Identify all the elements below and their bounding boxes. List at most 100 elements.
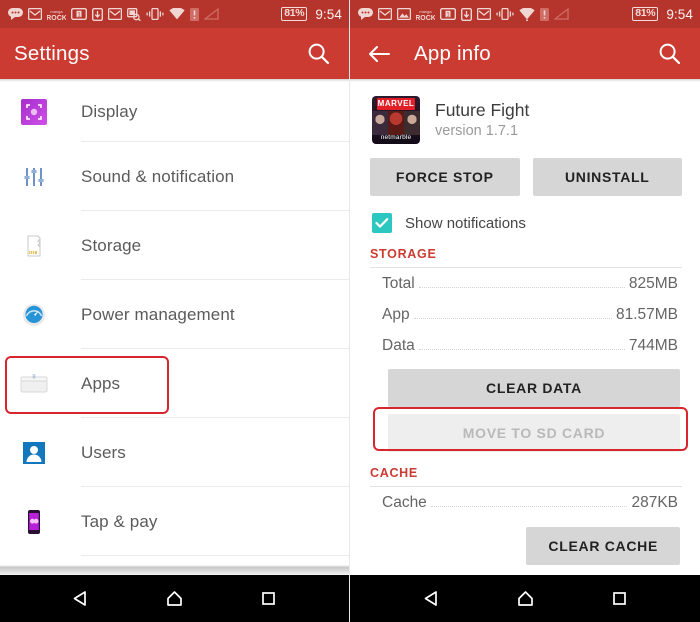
battery-indicator: 81% bbox=[632, 7, 659, 21]
checkmark-icon bbox=[375, 218, 389, 228]
home-button[interactable] bbox=[505, 579, 545, 619]
arrow-back-icon[interactable] bbox=[362, 37, 396, 71]
right-phone-screen: manga ROCK 1 81% 9:54 App info MARVEL ne… bbox=[350, 0, 700, 622]
uninstall-button[interactable]: UNINSTALL bbox=[532, 158, 682, 196]
storage-row-total: Total 825MB bbox=[366, 268, 684, 299]
leader-dots bbox=[430, 506, 628, 507]
warning-icon bbox=[190, 6, 199, 22]
signal-icon bbox=[554, 6, 569, 22]
storage-section-header: STORAGE bbox=[370, 247, 437, 261]
clear-cache-block: CLEAR CACHE bbox=[366, 518, 684, 565]
storage-key: Data bbox=[382, 337, 415, 354]
mangarock-icon: manga ROCK bbox=[416, 6, 435, 22]
sidebar-item-display[interactable]: Display bbox=[0, 82, 349, 142]
sim-card-icon: 1 bbox=[440, 6, 456, 22]
leader-dots bbox=[413, 318, 612, 319]
storage-row-app: App 81.57MB bbox=[366, 299, 684, 330]
right-status-bar: manga ROCK 1 81% 9:54 bbox=[350, 0, 700, 28]
svg-text:ROCK: ROCK bbox=[416, 15, 435, 21]
gmail-icon bbox=[28, 6, 42, 22]
gmail-icon bbox=[108, 6, 122, 22]
app-info-app-bar: App info bbox=[350, 28, 700, 79]
app-info-content: MARVEL netmarble Future Fight version 1.… bbox=[350, 82, 700, 575]
left-status-bar: manga ROCK 1 81% 9:54 bbox=[0, 0, 349, 28]
cache-section-header: CACHE bbox=[370, 466, 418, 480]
force-stop-button[interactable]: FORCE STOP bbox=[370, 158, 520, 196]
storage-value: 744MB bbox=[628, 337, 678, 354]
right-nav-bar bbox=[350, 575, 700, 622]
storage-row-data: Data 744MB bbox=[366, 330, 684, 361]
left-nav-bar bbox=[0, 575, 349, 622]
gallery-icon bbox=[397, 6, 411, 22]
file-transfer-icon bbox=[461, 6, 472, 22]
app-header: MARVEL netmarble Future Fight version 1.… bbox=[366, 82, 684, 152]
sidebar-item-label: Users bbox=[81, 442, 126, 462]
settings-app-bar: Settings bbox=[0, 28, 349, 79]
users-icon bbox=[18, 437, 50, 469]
battery-percent: 81% bbox=[632, 7, 659, 21]
back-button[interactable] bbox=[61, 579, 101, 619]
sidebar-item-label: Sound & notification bbox=[81, 166, 235, 186]
cache-row: Cache 287KB bbox=[366, 487, 684, 518]
sidebar-item-label: Tap & pay bbox=[81, 511, 158, 531]
sidebar-item-storage[interactable]: Storage bbox=[0, 211, 349, 280]
gmail-icon bbox=[378, 6, 392, 22]
sidebar-item-tap-and-pay[interactable]: Tap & pay bbox=[0, 487, 349, 556]
sidebar-item-users[interactable]: Users bbox=[0, 418, 349, 487]
vibrate-icon bbox=[496, 6, 514, 22]
gmail-icon bbox=[477, 6, 491, 22]
svg-text:ROCK: ROCK bbox=[47, 15, 66, 21]
future-fight-app-icon: MARVEL netmarble bbox=[372, 96, 420, 144]
search-icon[interactable] bbox=[652, 37, 686, 71]
left-phone-screen: manga ROCK 1 81% 9:54 Settings Display S… bbox=[0, 0, 350, 622]
battery-percent: 81% bbox=[281, 7, 308, 21]
show-notifications-label: Show notifications bbox=[405, 214, 526, 232]
home-button[interactable] bbox=[154, 579, 194, 619]
settings-list[interactable]: Display Sound & notification Storage Pow… bbox=[0, 82, 349, 565]
storage-value: 825MB bbox=[628, 275, 678, 292]
apps-icon: 8 bbox=[18, 368, 50, 400]
app-icon-brand: MARVEL bbox=[377, 98, 415, 110]
sidebar-bottom-gradient bbox=[0, 565, 349, 575]
search-icon[interactable] bbox=[301, 37, 335, 71]
sim-card-icon: 1 bbox=[71, 6, 87, 22]
storage-sdcard-icon bbox=[18, 230, 50, 262]
app-action-buttons: FORCE STOP UNINSTALL bbox=[366, 152, 684, 196]
sidebar-item-sound-notification[interactable]: Sound & notification bbox=[0, 142, 349, 211]
dual-screenshot-container: manga ROCK 1 81% 9:54 Settings Display S… bbox=[0, 0, 700, 622]
row-divider bbox=[81, 555, 349, 556]
show-notifications-row[interactable]: Show notifications bbox=[366, 196, 684, 239]
page-title: App info bbox=[414, 41, 491, 65]
status-clock: 9:54 bbox=[315, 6, 342, 22]
recents-button[interactable] bbox=[599, 579, 639, 619]
warning-icon bbox=[540, 6, 549, 22]
wifi-icon bbox=[519, 6, 535, 22]
back-button[interactable] bbox=[411, 579, 451, 619]
sidebar-item-power-management[interactable]: Power management bbox=[0, 280, 349, 349]
app-version: version 1.7.1 bbox=[435, 123, 519, 139]
sidebar-item-label: Display bbox=[81, 102, 138, 121]
mangarock-icon: manga ROCK bbox=[47, 6, 66, 22]
move-to-sd-card-button: MOVE TO SD CARD bbox=[388, 414, 680, 452]
recents-button[interactable] bbox=[248, 579, 288, 619]
sms-icon bbox=[8, 6, 23, 22]
show-notifications-checkbox[interactable] bbox=[372, 213, 392, 233]
app-title-block: Future Fight version 1.7.1 bbox=[435, 99, 529, 141]
cache-value: 287KB bbox=[631, 494, 678, 511]
sidebar-item-label: Storage bbox=[81, 235, 142, 255]
status-clock: 9:54 bbox=[666, 6, 693, 22]
leader-dots bbox=[418, 349, 625, 350]
move-to-sd-block: MOVE TO SD CARD bbox=[366, 407, 688, 452]
clear-cache-button[interactable]: CLEAR CACHE bbox=[526, 527, 680, 565]
battery-indicator: 81% bbox=[281, 7, 308, 21]
sound-notification-icon bbox=[18, 161, 50, 193]
display-icon bbox=[18, 96, 50, 128]
tap-and-pay-icon bbox=[18, 506, 50, 538]
sidebar-item-apps[interactable]: 8 Apps bbox=[0, 349, 349, 418]
power-management-icon bbox=[18, 299, 50, 331]
clear-data-button[interactable]: CLEAR DATA bbox=[388, 369, 680, 407]
app-icon-art bbox=[372, 111, 420, 135]
file-transfer-icon bbox=[92, 6, 103, 22]
storage-key: App bbox=[382, 306, 410, 323]
page-title: Settings bbox=[14, 41, 90, 65]
